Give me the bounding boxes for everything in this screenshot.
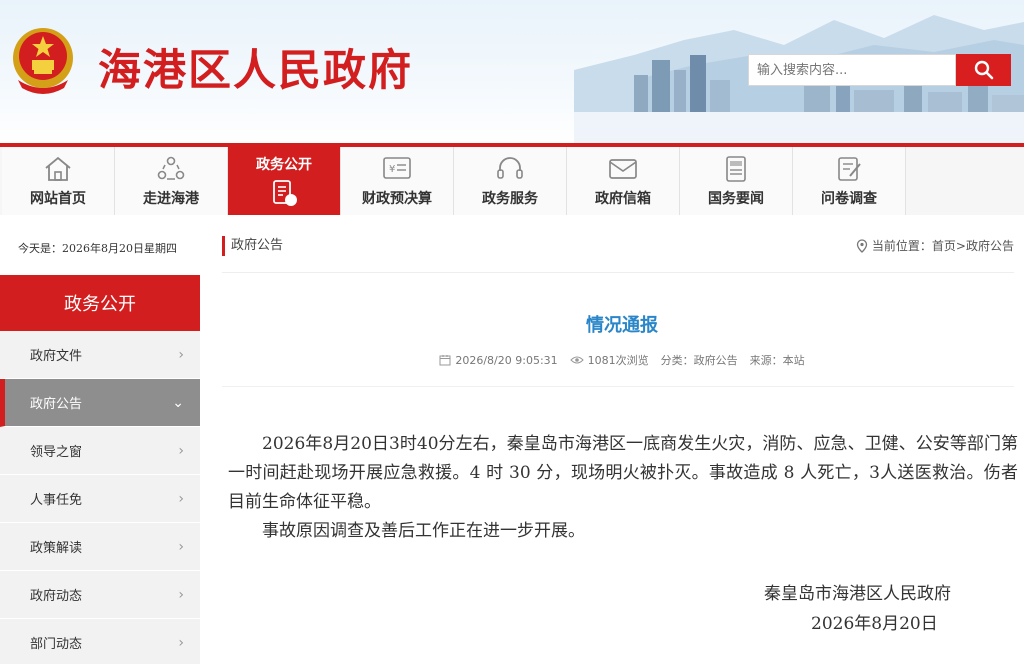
sidebar-item-label: 领导之窗 <box>30 445 83 460</box>
view-count-text: 1081次浏览 <box>587 354 649 367</box>
sidebar-item-label: 政府文件 <box>30 349 83 364</box>
nav-item-mailbox[interactable]: 政府信箱 <box>567 147 680 215</box>
nav-item-home[interactable]: 网站首页 <box>2 147 115 215</box>
chevron-right-icon: › <box>178 538 184 555</box>
sidebar: 政务公开 政府文件 › 政府公告 ⌄ 领导之窗 › 人事任免 › 政策解读 › … <box>0 275 200 664</box>
divider <box>222 272 1014 273</box>
location-label: 当前位置： <box>871 239 932 253</box>
article-title: 情况通报 <box>586 315 658 336</box>
svg-text:¥: ¥ <box>389 164 395 175</box>
nav-item-label: 国务要闻 <box>708 191 764 207</box>
article-paragraph: 2026年8月20日3时40分左右，秦皇岛市海港区一底商发生火灾，消防、应急、卫… <box>228 434 1018 512</box>
search-button[interactable] <box>956 54 1011 86</box>
sidebar-heading: 政务公开 <box>0 275 200 331</box>
people-icon <box>154 154 188 184</box>
eye-icon <box>569 356 584 364</box>
nav-item-national-news[interactable]: 国务要闻 <box>680 147 793 215</box>
sidebar-item-gov-documents[interactable]: 政府文件 › <box>0 331 200 379</box>
chevron-right-icon: › <box>178 490 184 507</box>
sidebar-item-gov-news[interactable]: 政府动态 › <box>0 571 200 619</box>
chevron-right-icon: › <box>178 634 184 651</box>
sidebar-item-label: 部门动态 <box>30 637 83 652</box>
chevron-right-icon: › <box>178 586 184 603</box>
nav-item-label: 政府信箱 <box>595 191 651 207</box>
calendar-icon <box>439 355 451 366</box>
nav-item-label: 政务服务 <box>482 191 538 207</box>
sidebar-item-label: 政府动态 <box>30 589 83 604</box>
article-meta: 2026/8/20 9:05:31 1081次浏览 分类：政府公告 来源：本站 <box>222 352 1022 368</box>
article-body: 2026年8月20日3时40分左右，秦皇岛市海港区一底商发生火灾，消防、应急、卫… <box>228 430 1018 546</box>
sidebar-item-gov-announcements[interactable]: 政府公告 ⌄ <box>0 379 200 427</box>
nav-item-finance[interactable]: ¥ 财政预决算 <box>341 147 454 215</box>
document-icon <box>267 178 301 208</box>
nav-item-label: 问卷调查 <box>821 191 877 207</box>
mail-icon <box>606 154 640 184</box>
sidebar-item-policy-interpretation[interactable]: 政策解读 › <box>0 523 200 571</box>
signature-date: 2026年8月20日 <box>811 614 938 634</box>
signature-organization: 秦皇岛市海港区人民政府 <box>764 584 951 604</box>
chevron-down-icon: ⌄ <box>172 394 184 411</box>
chevron-right-icon: › <box>178 346 184 363</box>
breadcrumb-home-link[interactable]: 首页 <box>932 236 956 256</box>
headset-icon <box>493 154 527 184</box>
sidebar-item-leaders[interactable]: 领导之窗 › <box>0 427 200 475</box>
home-icon <box>41 154 75 184</box>
nav-item-label: 政务公开 <box>256 157 312 173</box>
sidebar-item-label: 政府公告 <box>30 397 83 412</box>
publish-datetime: 2026/8/20 9:05:31 <box>455 353 558 367</box>
location-pin-icon <box>856 239 868 253</box>
survey-icon <box>832 154 866 184</box>
site-header: 海港区人民政府 <box>0 0 1024 143</box>
main-navigation: 网站首页 走进海港 政务公开 ¥ 财政预决算 政务服务 政府信箱 国务要闻 问卷… <box>0 143 1024 215</box>
search-input[interactable] <box>748 54 956 86</box>
nav-item-label: 网站首页 <box>30 191 86 207</box>
article-paragraph: 事故原因调查及善后工作正在进一步开展。 <box>262 521 585 541</box>
article-category: 分类：政府公告 <box>660 354 738 367</box>
finance-icon: ¥ <box>380 154 414 184</box>
nav-item-survey[interactable]: 问卷调查 <box>793 147 906 215</box>
nav-item-label: 走进海港 <box>143 191 199 207</box>
breadcrumb: 政府公告 当前位置： 首页 > 政府公告 <box>222 236 1014 258</box>
sidebar-item-label: 人事任免 <box>30 493 83 508</box>
nav-item-gov-affairs[interactable]: 政务公开 <box>228 147 341 215</box>
section-heading: 政府公告 <box>222 236 283 256</box>
news-icon <box>719 154 753 184</box>
chevron-right-icon: › <box>178 442 184 459</box>
nav-item-services[interactable]: 政务服务 <box>454 147 567 215</box>
nav-item-about[interactable]: 走进海港 <box>115 147 228 215</box>
search-icon <box>974 60 993 80</box>
nav-item-label: 财政预决算 <box>362 191 432 207</box>
sidebar-item-department-news[interactable]: 部门动态 › <box>0 619 200 664</box>
divider <box>222 386 1014 387</box>
national-emblem-icon <box>13 28 73 94</box>
breadcrumb-separator: > <box>955 239 966 253</box>
article-source: 来源：本站 <box>749 354 805 367</box>
breadcrumb-current[interactable]: 政府公告 <box>966 236 1014 256</box>
view-count: 1081次浏览 <box>569 352 649 368</box>
today-date: 今天是：2026年8月20日星期四 <box>18 242 177 255</box>
sidebar-item-appointments[interactable]: 人事任免 › <box>0 475 200 523</box>
publish-time: 2026/8/20 9:05:31 <box>439 353 558 367</box>
sidebar-item-label: 政策解读 <box>30 541 83 556</box>
current-location: 当前位置： 首页 > 政府公告 <box>856 236 1014 256</box>
site-title: 海港区人民政府 <box>98 46 413 96</box>
